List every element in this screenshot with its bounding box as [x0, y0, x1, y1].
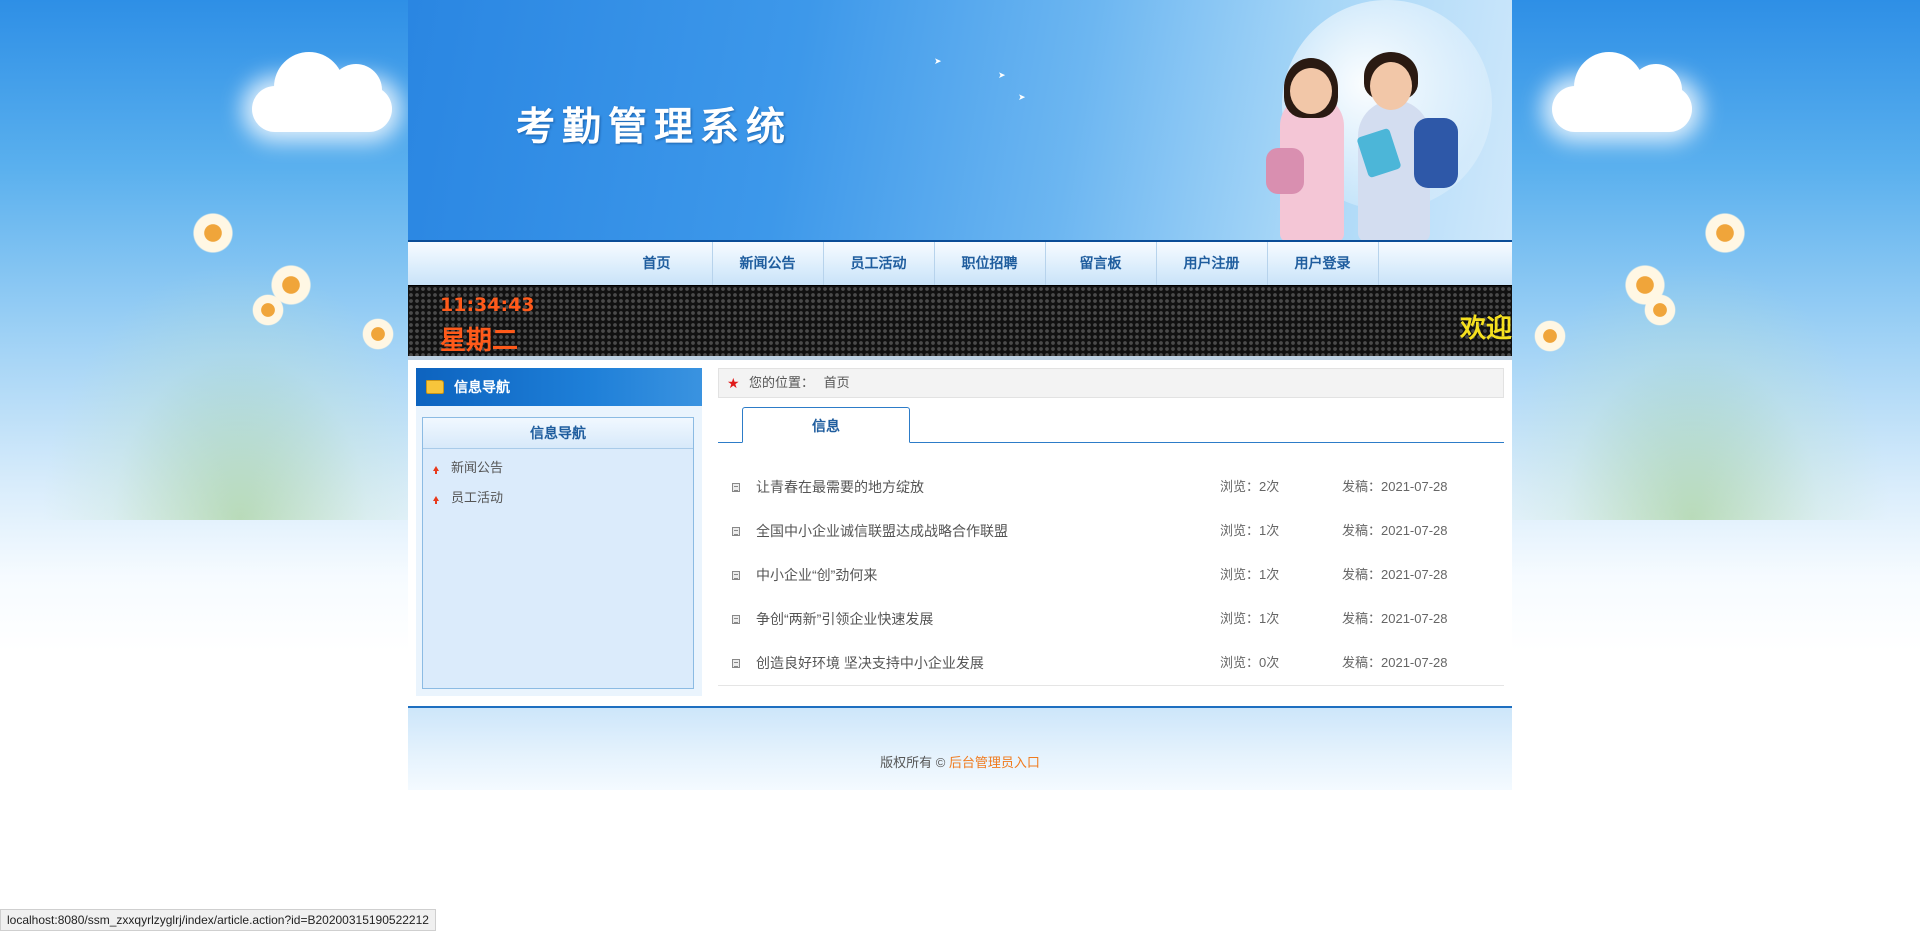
article-row: 全国中小企业诚信联盟达成战略合作联盟 浏览：1次 发稿：2021-07-28	[718, 509, 1504, 553]
content-panel: ★ 您的位置： 首页 信息 让青春在最需要的地方绽放 浏览：2次 发稿：2021…	[718, 368, 1504, 686]
document-icon	[732, 527, 740, 536]
clock-weekday: 星期二	[440, 326, 519, 356]
article-views: 浏览：1次	[1220, 611, 1280, 626]
article-title[interactable]: 中小企业“创”劲何来	[756, 553, 877, 597]
article-date: 发稿：2021-07-28	[1342, 655, 1448, 670]
article-date: 发稿：2021-07-28	[1342, 611, 1448, 626]
main-nav: 首页 新闻公告 员工活动 职位招聘 留言板 用户注册 用户登录	[408, 242, 1512, 285]
sidebar-item-label: 新闻公告	[451, 460, 504, 475]
article-row: 让青春在最需要的地方绽放 浏览：2次 发稿：2021-07-28	[718, 465, 1504, 509]
students-illustration	[1228, 48, 1458, 240]
sidebar-box-title: 信息导航	[423, 418, 693, 449]
document-icon	[732, 659, 740, 668]
browser-status-bar: localhost:8080/ssm_zxxqyrlzyglrj/index/a…	[0, 909, 436, 931]
nav-login[interactable]: 用户登录	[1268, 242, 1379, 285]
article-views: 浏览：0次	[1220, 655, 1280, 670]
led-clock-strip: 11:34:43 星期二 欢迎	[408, 285, 1512, 360]
sidebar-header: 信息导航	[416, 368, 702, 406]
nav-news[interactable]: 新闻公告	[713, 242, 824, 285]
sidebar-box: 信息导航 新闻公告 员工活动	[422, 417, 694, 689]
breadcrumb-label: 您的位置：	[749, 375, 815, 390]
article-title[interactable]: 让青春在最需要的地方绽放	[756, 465, 924, 509]
document-icon	[732, 615, 740, 624]
arrow-up-icon	[433, 466, 439, 474]
left-scenery	[0, 0, 440, 520]
sidebar-header-label: 信息导航	[454, 379, 510, 395]
article-title[interactable]: 全国中小企业诚信联盟达成战略合作联盟	[756, 509, 1008, 553]
article-date: 发稿：2021-07-28	[1342, 523, 1448, 538]
article-views: 浏览：2次	[1220, 479, 1280, 494]
main-area: 信息导航 信息导航 新闻公告 员工活动 ★ 您的位置： 首页 信息 让青春在最需…	[408, 360, 1512, 706]
sidebar-item-staff-activities[interactable]: 员工活动	[423, 483, 693, 513]
folder-open-icon	[426, 380, 444, 394]
article-views: 浏览：1次	[1220, 567, 1280, 582]
site-banner: ➤ ➤ ➤ 考勤管理系统	[408, 0, 1512, 242]
tab-bar: 信息	[718, 406, 1504, 443]
article-row: 创造良好环境 坚决支持中小企业发展 浏览：0次 发稿：2021-07-28	[718, 641, 1504, 685]
sidebar-item-news[interactable]: 新闻公告	[423, 453, 693, 483]
site-title: 考勤管理系统	[516, 105, 793, 150]
document-icon	[732, 483, 740, 492]
right-scenery	[1492, 0, 1920, 520]
nav-message-board[interactable]: 留言板	[1046, 242, 1157, 285]
page-wrapper: ➤ ➤ ➤ 考勤管理系统 首页 新闻公告 员工活动 职位招聘 留言板 用户注册 …	[408, 0, 1512, 791]
article-views: 浏览：1次	[1220, 523, 1280, 538]
copyright-text: 版权所有 ©	[880, 755, 946, 770]
star-icon: ★	[727, 375, 740, 391]
nav-register[interactable]: 用户注册	[1157, 242, 1268, 285]
sidebar-item-label: 员工活动	[451, 490, 504, 505]
article-title[interactable]: 争创“两新”引领企业快速发展	[756, 597, 933, 641]
arrow-up-icon	[433, 496, 439, 504]
article-row: 中小企业“创”劲何来 浏览：1次 发稿：2021-07-28	[718, 553, 1504, 597]
article-date: 发稿：2021-07-28	[1342, 479, 1448, 494]
admin-entry-link[interactable]: 后台管理员入口	[949, 755, 1040, 770]
welcome-marquee: 欢迎	[1460, 314, 1512, 344]
footer-copyright: 版权所有 © 后台管理员入口	[408, 752, 1512, 771]
tab-info[interactable]: 信息	[742, 407, 910, 443]
nav-staff-activities[interactable]: 员工活动	[824, 242, 935, 285]
nav-home[interactable]: 首页	[602, 242, 713, 285]
article-list: 让青春在最需要的地方绽放 浏览：2次 发稿：2021-07-28 全国中小企业诚…	[718, 465, 1504, 686]
nav-jobs[interactable]: 职位招聘	[935, 242, 1046, 285]
breadcrumb-current[interactable]: 首页	[824, 375, 850, 390]
document-icon	[732, 571, 740, 580]
clock-time: 11:34:43	[440, 294, 535, 316]
breadcrumb: ★ 您的位置： 首页	[718, 368, 1504, 398]
article-title[interactable]: 创造良好环境 坚决支持中小企业发展	[756, 641, 984, 685]
sidebar: 信息导航 信息导航 新闻公告 员工活动	[416, 368, 702, 696]
article-row: 争创“两新”引领企业快速发展 浏览：1次 发稿：2021-07-28	[718, 597, 1504, 641]
article-date: 发稿：2021-07-28	[1342, 567, 1448, 582]
site-footer: 版权所有 © 后台管理员入口	[408, 706, 1512, 790]
